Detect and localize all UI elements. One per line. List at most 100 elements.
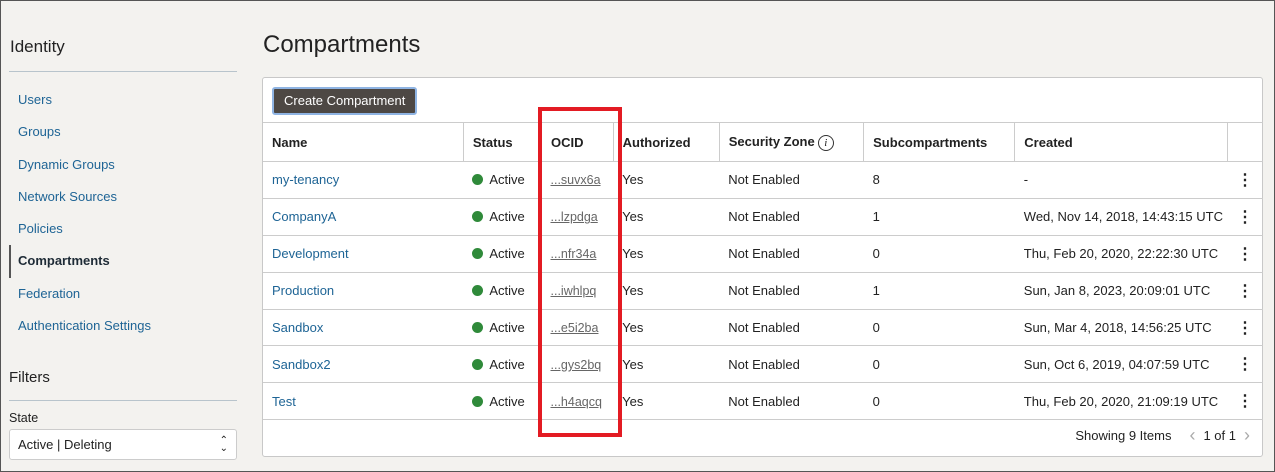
security-zone-cell: Not Enabled	[719, 161, 864, 199]
filters-panel: Filters State Active | Deleting ⌃ ⌄	[9, 369, 237, 460]
authorized-cell: Yes	[613, 345, 720, 384]
column-header-label: Created	[1024, 134, 1073, 150]
authorized-cell: Yes	[613, 382, 720, 421]
compartment-name-link[interactable]: my-tenancy	[263, 161, 464, 199]
authorized-cell: Yes	[613, 309, 720, 347]
column-header-security-zone: Security Zone i	[719, 122, 865, 162]
page-indicator: 1 of 1	[1203, 428, 1236, 443]
subcompartments-cell: 1	[863, 198, 1015, 236]
kebab-menu-icon[interactable]: ⋮	[1227, 198, 1263, 236]
created-cell: Sun, Oct 6, 2019, 04:07:59 UTC	[1014, 345, 1228, 384]
compartment-name-link[interactable]: Sandbox	[263, 309, 464, 347]
column-header-label: Authorized	[622, 134, 691, 150]
status-cell: Active	[463, 382, 542, 421]
sidebar-item-groups[interactable]: Groups	[9, 116, 237, 148]
column-header-label: OCID	[551, 134, 584, 150]
table-row: CompanyA Active ...lzpdga Yes Not Enable…	[263, 198, 1263, 236]
subcompartments-cell: 1	[863, 272, 1015, 310]
status-text: Active	[489, 246, 525, 262]
status-cell: Active	[463, 161, 542, 199]
status-text: Active	[489, 393, 525, 409]
item-count: Showing 9 Items	[1075, 428, 1172, 443]
ocid-link[interactable]: ...h4aqcq	[551, 395, 602, 409]
page-title: Compartments	[263, 31, 421, 58]
ocid-cell: ...nfr34a	[541, 235, 614, 273]
ocid-cell: ...iwhlpq	[541, 272, 614, 310]
subcompartments-cell: 8	[863, 161, 1015, 199]
sidebar-item-network-sources[interactable]: Network Sources	[9, 181, 237, 213]
chevron-right-icon[interactable]: ›	[1244, 425, 1250, 446]
compartment-name-link[interactable]: CompanyA	[263, 198, 464, 236]
security-zone-cell: Not Enabled	[719, 272, 864, 310]
column-header-created: Created	[1014, 122, 1229, 162]
ocid-cell: ...h4aqcq	[541, 382, 614, 421]
table-row: Sandbox Active ...e5i2ba Yes Not Enabled…	[263, 309, 1263, 347]
status-dot-icon	[472, 211, 484, 223]
authorized-cell: Yes	[613, 235, 720, 273]
compartment-name-link[interactable]: Sandbox2	[263, 345, 464, 384]
sidebar-item-dynamic-groups[interactable]: Dynamic Groups	[9, 149, 237, 181]
status-cell: Active	[463, 272, 542, 310]
created-cell: Wed, Nov 14, 2018, 14:43:15 UTC	[1014, 198, 1228, 236]
created-cell: Sun, Mar 4, 2018, 14:56:25 UTC	[1014, 309, 1228, 347]
security-zone-cell: Not Enabled	[719, 235, 864, 273]
ocid-cell: ...e5i2ba	[541, 309, 614, 347]
security-zone-cell: Not Enabled	[719, 345, 864, 384]
status-cell: Active	[463, 235, 542, 273]
kebab-menu-icon[interactable]: ⋮	[1227, 272, 1263, 310]
compartment-name-link[interactable]: Production	[263, 272, 464, 310]
subcompartments-cell: 0	[863, 345, 1015, 384]
actions-header	[1227, 122, 1263, 162]
kebab-menu-icon[interactable]: ⋮	[1227, 345, 1263, 384]
pagination: Showing 9 Items ‹ 1 of 1 ›	[1075, 425, 1250, 446]
compartments-panel: Create Compartment Name Status OCID Authori…	[262, 77, 1263, 457]
sidebar-item-users[interactable]: Users	[9, 84, 237, 116]
sidebar-item-policies[interactable]: Policies	[9, 213, 237, 245]
status-cell: Active	[463, 309, 542, 347]
compartment-name-link[interactable]: Development	[263, 235, 464, 273]
filters-title: Filters	[9, 369, 237, 401]
sidebar-item-compartments[interactable]: Compartments	[9, 245, 237, 278]
kebab-menu-icon[interactable]: ⋮	[1227, 161, 1263, 199]
kebab-menu-icon[interactable]: ⋮	[1227, 309, 1263, 347]
kebab-menu-icon[interactable]: ⋮	[1227, 382, 1263, 421]
state-select[interactable]: Active | Deleting ⌃ ⌄	[9, 429, 237, 460]
ocid-cell: ...lzpdga	[541, 198, 614, 236]
ocid-link[interactable]: ...lzpdga	[551, 210, 598, 224]
status-text: Active	[489, 283, 525, 299]
sidebar-item-authentication-settings[interactable]: Authentication Settings	[9, 310, 237, 342]
status-dot-icon	[472, 322, 484, 333]
status-text: Active	[489, 172, 525, 188]
column-header-name: Name	[263, 122, 464, 162]
table-row: Sandbox2 Active ...gys2bq Yes Not Enable…	[263, 345, 1263, 384]
status-text: Active	[489, 356, 525, 372]
sidebar: Identity Users Groups Dynamic Groups Networ…	[9, 1, 237, 342]
chevron-left-icon[interactable]: ‹	[1189, 425, 1195, 446]
create-compartment-button[interactable]: Create Compartment	[272, 87, 418, 115]
ocid-link[interactable]: ...suvx6a	[551, 173, 601, 187]
ocid-link[interactable]: ...iwhlpq	[551, 284, 597, 298]
created-cell: Thu, Feb 20, 2020, 21:09:19 UTC	[1014, 382, 1228, 421]
sidebar-item-federation[interactable]: Federation	[9, 278, 237, 310]
table-row: Test Active ...h4aqcq Yes Not Enabled 0 …	[263, 382, 1263, 421]
ocid-link[interactable]: ...gys2bq	[551, 358, 602, 372]
status-cell: Active	[463, 345, 542, 384]
created-cell: -	[1014, 161, 1228, 199]
security-zone-cell: Not Enabled	[719, 309, 864, 347]
state-label: State	[9, 411, 39, 425]
column-header-ocid: OCID	[541, 122, 614, 162]
status-dot-icon	[472, 285, 484, 297]
ocid-cell: ...gys2bq	[541, 345, 614, 384]
compartment-name-link[interactable]: Test	[263, 382, 464, 421]
subcompartments-cell: 0	[863, 309, 1015, 347]
ocid-link[interactable]: ...nfr34a	[551, 247, 597, 261]
security-zone-cell: Not Enabled	[719, 382, 864, 421]
info-icon[interactable]: i	[817, 134, 834, 151]
sidebar-nav: Users Groups Dynamic Groups Network Sources…	[9, 84, 237, 342]
status-dot-icon	[472, 248, 484, 260]
kebab-menu-icon[interactable]: ⋮	[1227, 235, 1263, 273]
ocid-link[interactable]: ...e5i2ba	[551, 321, 599, 335]
table-row: Development Active ...nfr34a Yes Not Ena…	[263, 235, 1263, 273]
subcompartments-cell: 0	[863, 382, 1015, 421]
column-header-label: Security Zone	[728, 133, 815, 149]
